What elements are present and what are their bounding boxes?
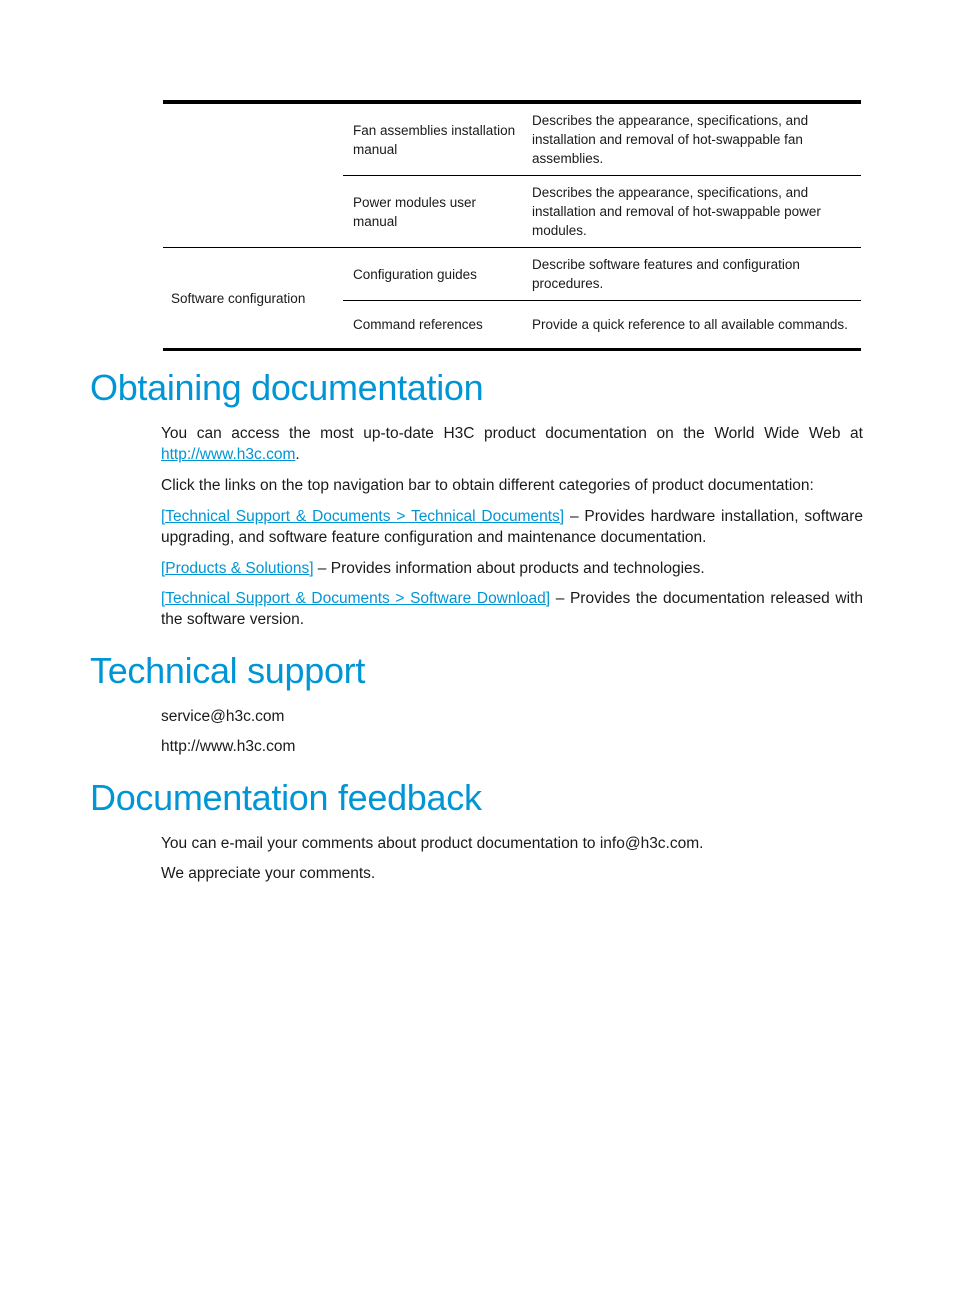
products-solutions-link[interactable]: [Products & Solutions] xyxy=(161,560,314,577)
feedback-thanks: We appreciate your comments. xyxy=(161,865,376,882)
table-cell-category xyxy=(163,102,343,248)
support-website: http://www.h3c.com xyxy=(161,738,296,755)
link-item: [Technical Support & Documents > Technic… xyxy=(161,506,863,548)
link-item: [Technical Support & Documents > Softwar… xyxy=(161,588,863,630)
heading-documentation-feedback: Documentation feedback xyxy=(90,777,482,818)
table-cell-description: Describes the appearance, specifications… xyxy=(524,175,861,248)
table-cell-document: Command references xyxy=(343,300,524,350)
heading-obtaining-documentation: Obtaining documentation xyxy=(90,367,484,408)
table-cell-description: Describes the appearance, specifications… xyxy=(532,113,809,166)
table-cell-description: Describe software features and configura… xyxy=(524,247,861,301)
table-row: Fan assemblies installation manual Descr… xyxy=(163,102,861,176)
table-cell-document: Fan assemblies installation manual xyxy=(353,122,516,157)
technical-documents-link[interactable]: [Technical Support & Documents > Technic… xyxy=(161,508,564,525)
link-description: – Provides information about products an… xyxy=(313,560,705,577)
h3c-website-link[interactable]: http://www.h3c.com xyxy=(161,446,295,463)
feedback-paragraph: You can e-mail your comments about produ… xyxy=(161,835,704,852)
table-cell-document: Configuration guides xyxy=(343,247,524,301)
table-cell-category: Software configuration xyxy=(163,247,343,350)
navigation-bar-paragraph: Click the links on the top navigation ba… xyxy=(161,477,814,494)
link-item: [Products & Solutions] – Provides inform… xyxy=(161,558,863,579)
documentation-set-table: Fan assemblies installation manual Descr… xyxy=(163,100,861,351)
software-download-link[interactable]: [Technical Support & Documents > Softwar… xyxy=(161,590,550,607)
support-email: service@h3c.com xyxy=(161,708,285,725)
table-cell-description: Provide a quick reference to all availab… xyxy=(524,300,861,350)
intro-text: You can access the most up-to-date H3C p… xyxy=(161,425,863,442)
table-row: Software configuration Configuration gui… xyxy=(163,247,861,350)
table-cell-document: Power modules user manual xyxy=(343,175,524,248)
obtaining-intro-paragraph: You can access the most up-to-date H3C p… xyxy=(161,423,863,465)
intro-end: . xyxy=(295,446,300,463)
heading-technical-support: Technical support xyxy=(90,650,366,691)
